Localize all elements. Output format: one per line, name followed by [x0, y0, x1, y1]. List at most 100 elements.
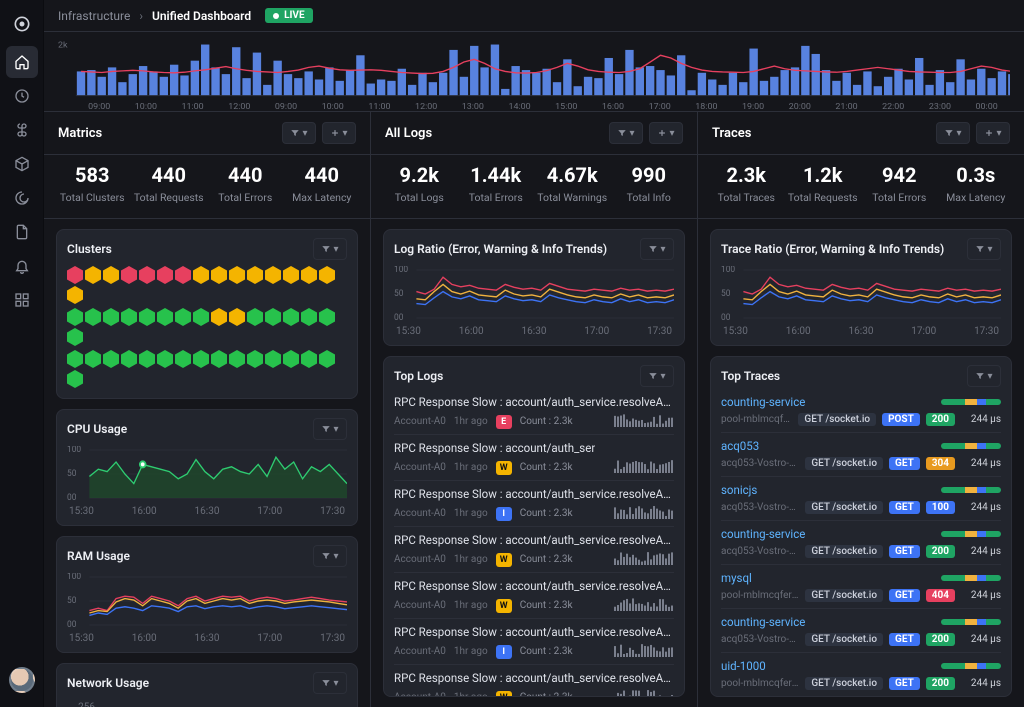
breadcrumb-root[interactable]: Infrastructure — [58, 9, 130, 23]
cluster-hex[interactable] — [301, 266, 317, 284]
filter-button[interactable]: ▾ — [313, 418, 347, 440]
filter-button[interactable]: ▾ — [640, 238, 674, 260]
add-button[interactable]: ▾ — [976, 122, 1010, 144]
cluster-hex[interactable] — [211, 266, 227, 284]
cluster-hex[interactable] — [175, 308, 191, 326]
cluster-hex[interactable] — [193, 266, 209, 284]
log-row[interactable]: RPC Response Slow : account/auth_service… — [394, 393, 674, 434]
trace-row[interactable]: mysqlpool-mblmcqfer-cji4qGET /socket.ioG… — [721, 564, 1001, 608]
filter-button[interactable]: ▾ — [609, 122, 643, 144]
cluster-hex[interactable] — [265, 266, 281, 284]
log-row[interactable]: RPC Response Slow : account/auth_service… — [394, 572, 674, 618]
method-badge: GET — [889, 633, 920, 646]
cluster-hex[interactable] — [175, 350, 191, 368]
cluster-hex[interactable] — [103, 350, 119, 368]
cluster-hex[interactable] — [319, 308, 335, 326]
route-badge: GET /socket.io — [805, 545, 883, 558]
trace-row[interactable]: acq053acq053-Vostro-3500GET /socket.ioGE… — [721, 432, 1001, 476]
trace-duration: 244 µs — [961, 414, 1001, 425]
filter-button[interactable]: ▾ — [967, 365, 1001, 387]
cluster-hex[interactable] — [301, 308, 317, 326]
filter-button[interactable]: ▾ — [313, 545, 347, 567]
cluster-hex[interactable] — [157, 266, 173, 284]
cluster-hex[interactable] — [121, 350, 137, 368]
trace-row[interactable]: uid-1000pool-mblmcqfer-cji4qGET /socket.… — [721, 652, 1001, 696]
cluster-hex[interactable] — [85, 308, 101, 326]
nav-spiral[interactable] — [6, 182, 38, 214]
nav-command[interactable] — [6, 114, 38, 146]
svg-text:09:00: 09:00 — [275, 102, 297, 111]
cluster-hex[interactable] — [247, 266, 263, 284]
cluster-hex[interactable] — [157, 308, 173, 326]
cluster-hex[interactable] — [283, 266, 299, 284]
cluster-hex[interactable] — [301, 350, 317, 368]
nav-home[interactable] — [6, 46, 38, 78]
nav-clock[interactable] — [6, 80, 38, 112]
trace-duration: 244 µs — [961, 678, 1001, 689]
cluster-hex[interactable] — [67, 370, 83, 388]
cluster-hex[interactable] — [319, 266, 335, 284]
log-row[interactable]: RPC Response Slow : account/auth_serAcco… — [394, 434, 674, 480]
cluster-hex[interactable] — [247, 350, 263, 368]
nav-grid[interactable] — [6, 284, 38, 316]
cluster-hex[interactable] — [85, 350, 101, 368]
avatar[interactable] — [9, 667, 35, 693]
nav-bell[interactable] — [6, 250, 38, 282]
cluster-hex[interactable] — [193, 308, 209, 326]
add-button[interactable]: ▾ — [649, 122, 683, 144]
stat-value: 1.2k — [785, 163, 862, 187]
trace-row[interactable]: counting-serviceacq053-Vostro-3500GET /s… — [721, 520, 1001, 564]
cluster-hex[interactable] — [157, 350, 173, 368]
cluster-hex[interactable] — [175, 266, 191, 284]
cluster-hex[interactable] — [67, 286, 83, 304]
trace-row[interactable]: counting-serviceacq053-Vostro-3500GET /s… — [721, 608, 1001, 652]
trace-row[interactable]: sonicjsacq053-Vostro-3500GET /socket.ioG… — [721, 476, 1001, 520]
cluster-hex[interactable] — [139, 350, 155, 368]
cluster-hex[interactable] — [67, 350, 83, 368]
filter-button[interactable]: ▾ — [282, 122, 316, 144]
nav-cube[interactable] — [6, 148, 38, 180]
cluster-hex[interactable] — [283, 308, 299, 326]
cluster-hex[interactable] — [67, 266, 83, 284]
cluster-hex[interactable] — [103, 308, 119, 326]
log-row[interactable]: RPC Response Slow : account/auth_service… — [394, 526, 674, 572]
add-button[interactable]: ▾ — [322, 122, 356, 144]
filter-button[interactable]: ▾ — [313, 672, 347, 694]
cluster-hex[interactable] — [229, 308, 245, 326]
cluster-hex[interactable] — [67, 328, 83, 346]
stat: 440Total Requests — [131, 163, 208, 204]
cluster-hex[interactable] — [229, 350, 245, 368]
filter-button[interactable]: ▾ — [640, 365, 674, 387]
cluster-hex[interactable] — [283, 350, 299, 368]
nav-document[interactable] — [6, 216, 38, 248]
route-badge: GET /socket.io — [805, 501, 883, 514]
cluster-hex[interactable] — [121, 308, 137, 326]
svg-text:50: 50 — [394, 289, 404, 299]
cluster-hex[interactable] — [193, 350, 209, 368]
route-badge: GET /socket.io — [805, 589, 883, 602]
method-badge: GET — [889, 677, 920, 690]
filter-button[interactable]: ▾ — [967, 238, 1001, 260]
cluster-hex[interactable] — [265, 350, 281, 368]
trace-row[interactable]: counting-servicepool-mblmcqfer-cji4qGET … — [721, 393, 1001, 432]
cluster-hex[interactable] — [139, 266, 155, 284]
log-row[interactable]: RPC Response Slow : account/auth_service… — [394, 664, 674, 697]
cluster-hex[interactable] — [319, 350, 335, 368]
cluster-hex[interactable] — [67, 308, 83, 326]
cluster-hex[interactable] — [211, 350, 227, 368]
cluster-hex[interactable] — [103, 266, 119, 284]
log-count: Count : 2.3k — [520, 508, 573, 519]
cluster-hex[interactable] — [265, 308, 281, 326]
cluster-hex[interactable] — [121, 266, 137, 284]
filter-button[interactable]: ▾ — [313, 238, 347, 260]
log-row[interactable]: RPC Response Slow : account/auth_service… — [394, 618, 674, 664]
cluster-hex[interactable] — [229, 266, 245, 284]
filter-button[interactable]: ▾ — [936, 122, 970, 144]
log-row[interactable]: RPC Response Slow : account/auth_service… — [394, 480, 674, 526]
trace-host: pool-mblmcqfer-cji4q — [721, 590, 799, 601]
svg-text:11:00: 11:00 — [368, 102, 390, 111]
cluster-hex[interactable] — [211, 308, 227, 326]
cluster-hex[interactable] — [247, 308, 263, 326]
cluster-hex[interactable] — [139, 308, 155, 326]
cluster-hex[interactable] — [85, 266, 101, 284]
